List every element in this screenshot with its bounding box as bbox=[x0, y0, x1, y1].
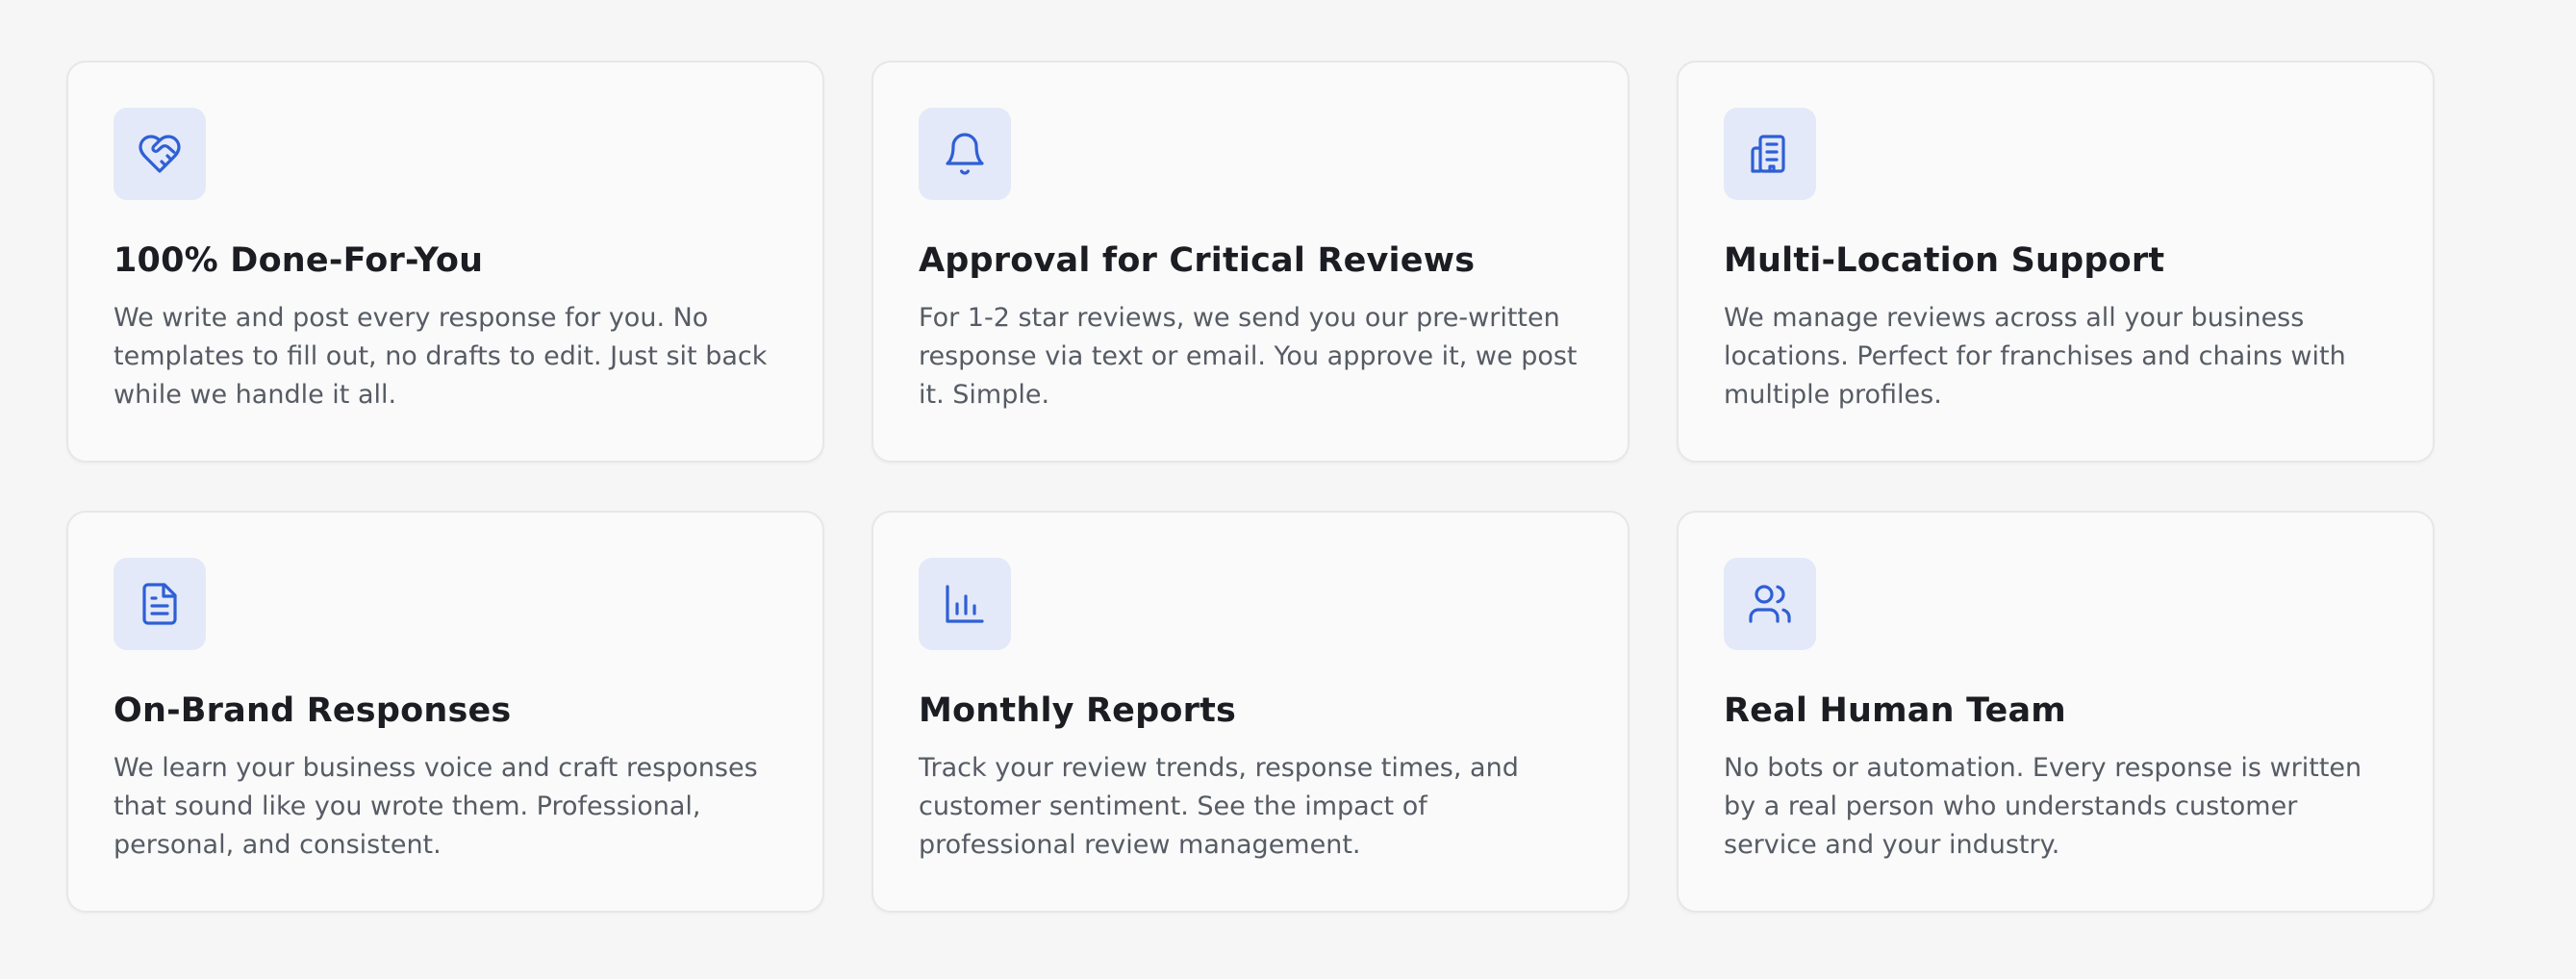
feature-card-human-team: Real Human Team No bots or automation. E… bbox=[1677, 511, 2435, 913]
feature-title: On-Brand Responses bbox=[114, 691, 512, 730]
feature-description: We learn your business voice and craft r… bbox=[114, 753, 758, 860]
feature-description: We manage reviews across all your busine… bbox=[1724, 303, 2346, 410]
features-grid: 100% Done-For-You We write and post ever… bbox=[66, 61, 2435, 913]
feature-icon-container bbox=[114, 558, 206, 650]
feature-icon-container bbox=[1724, 558, 1816, 650]
document-icon bbox=[142, 583, 177, 625]
feature-title: Monthly Reports bbox=[919, 691, 1237, 730]
feature-icon-container bbox=[114, 108, 206, 200]
feature-description: No bots or automation. Every response is… bbox=[1724, 753, 2362, 860]
heart-handshake-icon bbox=[139, 135, 181, 173]
feature-icon-container bbox=[919, 108, 1011, 200]
feature-card-multi-location: Multi-Location Support We manage reviews… bbox=[1677, 61, 2435, 463]
bell-icon bbox=[946, 133, 984, 175]
feature-title: 100% Done-For-You bbox=[114, 241, 484, 280]
feature-icon-container bbox=[919, 558, 1011, 650]
feature-title: Multi-Location Support bbox=[1724, 241, 2165, 280]
feature-card-done-for-you: 100% Done-For-You We write and post ever… bbox=[66, 61, 824, 463]
users-icon bbox=[1749, 585, 1791, 623]
feature-title: Real Human Team bbox=[1724, 691, 2066, 730]
feature-icon-container bbox=[1724, 108, 1816, 200]
building-icon bbox=[1751, 135, 1785, 173]
bar-chart-icon bbox=[946, 585, 984, 623]
feature-card-monthly-reports: Monthly Reports Track your review trends… bbox=[871, 511, 1629, 913]
feature-title: Approval for Critical Reviews bbox=[919, 241, 1476, 280]
feature-card-approval: Approval for Critical Reviews For 1-2 st… bbox=[871, 61, 1629, 463]
feature-description: Track your review trends, response times… bbox=[919, 753, 1519, 860]
feature-card-on-brand: On-Brand Responses We learn your busines… bbox=[66, 511, 824, 913]
feature-description: For 1-2 star reviews, we send you our pr… bbox=[919, 303, 1578, 410]
feature-description: We write and post every response for you… bbox=[114, 303, 768, 410]
